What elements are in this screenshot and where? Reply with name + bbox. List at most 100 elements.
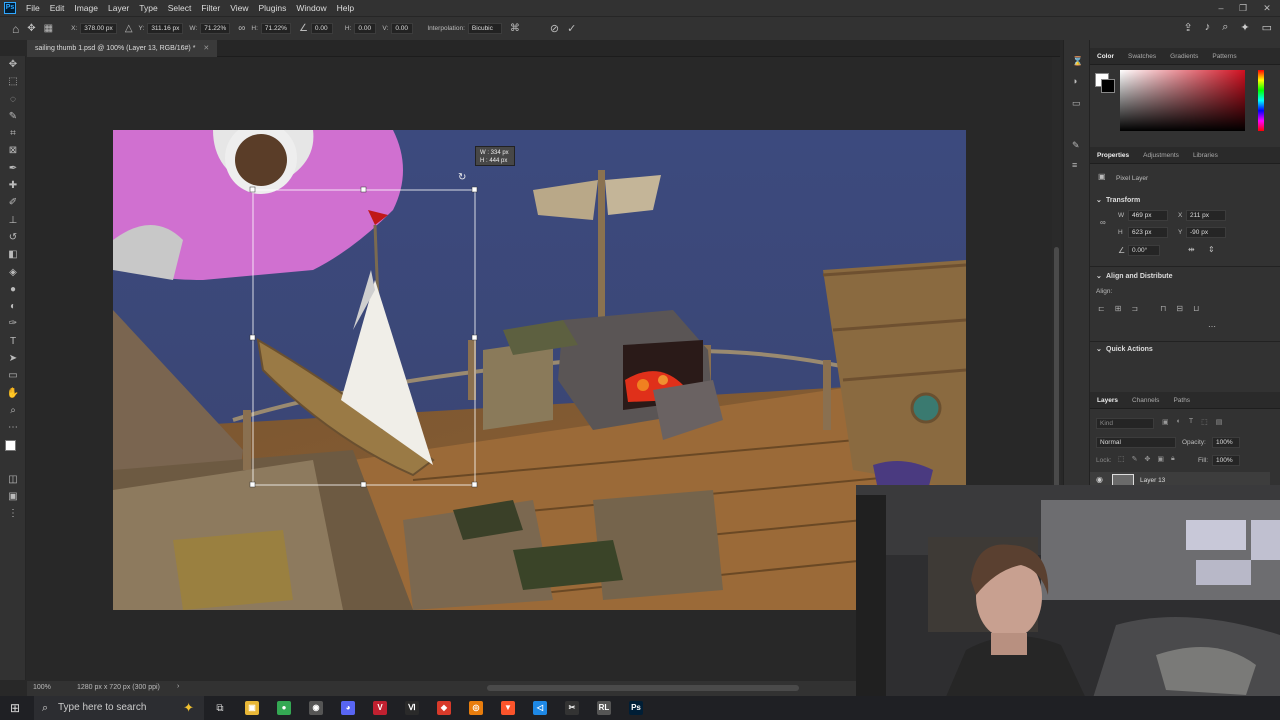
chrome-app-icon[interactable]: ● [268, 696, 300, 720]
tab-adjustments[interactable]: Adjustments [1136, 152, 1186, 159]
link-dimensions-icon[interactable]: ∞ [1100, 218, 1106, 227]
foreground-color-swatch[interactable] [5, 439, 16, 451]
quick-selection-tool-icon[interactable]: ✎ [0, 108, 26, 125]
status-arrow-icon[interactable]: › [177, 683, 179, 690]
marquee-tool-icon[interactable]: ⬚ [0, 73, 26, 90]
align-left-icon[interactable]: ⊏ [1098, 304, 1105, 313]
text-app-icon[interactable]: Ⅵ [396, 696, 428, 720]
restore-icon[interactable]: ❐ [1232, 0, 1254, 16]
chevron-down-icon[interactable]: ⌄ [1096, 345, 1102, 353]
fill-input[interactable]: 100% [1212, 455, 1240, 466]
align-top-icon[interactable]: ⊓ [1160, 304, 1166, 313]
brave-app-icon[interactable]: ▼ [492, 696, 524, 720]
home-icon[interactable]: ⌂ [12, 22, 19, 36]
pen-tool-icon[interactable]: ✑ [0, 315, 26, 332]
height-input[interactable]: 623 px [1128, 227, 1168, 238]
minimize-icon[interactable]: – [1210, 0, 1232, 16]
healing-brush-tool-icon[interactable]: ✚ [0, 177, 26, 194]
eraser-tool-icon[interactable]: ◧ [0, 246, 26, 263]
lasso-tool-icon[interactable]: ◌ [0, 91, 26, 108]
frame-tool-icon[interactable]: ⊠ [0, 142, 26, 159]
delta-icon[interactable]: △ [125, 23, 133, 34]
task-view-icon[interactable]: ⧉ [204, 703, 236, 714]
red-app-icon[interactable]: ◆ [428, 696, 460, 720]
document-canvas[interactable] [113, 130, 966, 610]
y-input[interactable]: 311.16 px [147, 23, 184, 34]
flip-vertical-icon[interactable]: ⇕ [1208, 245, 1215, 254]
link-icon[interactable]: ∞ [238, 23, 245, 34]
align-middle-v-icon[interactable]: ⊟ [1176, 304, 1183, 313]
vscode-app-icon[interactable]: ◁ [524, 696, 556, 720]
lock-artboard-icon[interactable]: ▣ [1157, 455, 1164, 463]
capcut-app-icon[interactable]: ✂ [556, 696, 588, 720]
filter-adjust-icon[interactable]: ◐ [1177, 418, 1181, 426]
tab-layers[interactable]: Layers [1090, 397, 1125, 404]
menu-layer[interactable]: Layer [103, 3, 134, 13]
menu-file[interactable]: File [21, 3, 45, 13]
menu-plugins[interactable]: Plugins [253, 3, 291, 13]
align-right-icon[interactable]: ⊐ [1131, 304, 1138, 313]
align-center-h-icon[interactable]: ⊞ [1115, 304, 1122, 313]
warp-icon[interactable]: ⌘ [510, 23, 520, 34]
tab-gradients[interactable]: Gradients [1163, 53, 1205, 60]
move-tool-icon[interactable]: ✥ [27, 23, 35, 34]
notifications-icon[interactable]: ♪ [1205, 21, 1211, 34]
photoshop-app-icon[interactable]: Ps [620, 696, 652, 720]
file-explorer-app-icon[interactable]: ▣ [236, 696, 268, 720]
brush-tool-icon[interactable]: ✐ [0, 194, 26, 211]
menu-window[interactable]: Window [291, 3, 331, 13]
workspace-icon[interactable]: ▭ [1262, 21, 1272, 34]
w-input[interactable]: 71.22% [200, 23, 231, 34]
history-icon[interactable]: ⌛ [1072, 56, 1083, 67]
chevron-down-icon[interactable]: ⌄ [1096, 272, 1102, 280]
menu-edit[interactable]: Edit [45, 3, 70, 13]
zoom-level[interactable]: 100% [33, 684, 51, 691]
layer-name[interactable]: Layer 13 [1140, 477, 1165, 484]
history-brush-tool-icon[interactable]: ↺ [0, 229, 26, 246]
lock-position-icon[interactable]: ✥ [1145, 455, 1151, 463]
rl-app-icon[interactable]: RL [588, 696, 620, 720]
chevron-down-icon[interactable]: ⌄ [1096, 196, 1102, 204]
windows-start-icon[interactable]: ⊞ [0, 701, 30, 715]
menu-select[interactable]: Select [163, 3, 197, 13]
comments-icon[interactable]: ▭ [1072, 98, 1081, 109]
tab-swatches[interactable]: Swatches [1121, 53, 1163, 60]
angle-input[interactable]: 0.00° [1128, 245, 1160, 256]
brush-settings-icon[interactable]: ✎ [1072, 140, 1080, 151]
layer-kind-filter[interactable]: Kind [1096, 418, 1154, 429]
discover-icon[interactable]: ✦ [1240, 21, 1249, 34]
lock-all-icon[interactable]: 🔒︎ [1171, 455, 1175, 463]
menu-help[interactable]: Help [332, 3, 359, 13]
adjust-icon[interactable]: ◑ [1072, 76, 1077, 86]
more-tools-icon[interactable]: ⋯ [0, 419, 26, 436]
x-input[interactable]: 211 px [1186, 210, 1226, 221]
align-bottom-icon[interactable]: ⊔ [1193, 304, 1199, 313]
hskew-input[interactable]: 0.00 [354, 23, 377, 34]
obs-app-icon[interactable]: ◉ [300, 696, 332, 720]
tab-color[interactable]: Color [1090, 53, 1121, 60]
filter-shape-icon[interactable]: ⬚ [1201, 418, 1208, 426]
opacity-input[interactable]: 100% [1212, 437, 1240, 448]
reference-point-icon[interactable]: ▦ [44, 23, 53, 34]
horizontal-scroll-thumb[interactable] [487, 685, 799, 691]
dodge-tool-icon[interactable]: ◐ [0, 298, 26, 315]
zoom-tool-icon[interactable]: ⌕ [0, 402, 26, 419]
menu-filter[interactable]: Filter [196, 3, 225, 13]
hue-slider[interactable] [1258, 70, 1264, 131]
tab-libraries[interactable]: Libraries [1186, 152, 1225, 159]
voicemeeter-app-icon[interactable]: V [364, 696, 396, 720]
tab-paths[interactable]: Paths [1166, 397, 1197, 404]
taskbar-search-box[interactable]: ⌕ Type here to search ✦ [34, 696, 204, 720]
sliders-icon[interactable]: ≡ [1072, 160, 1077, 170]
close-tab-icon[interactable]: ✕ [203, 45, 209, 52]
lock-transparent-icon[interactable]: ⬚ [1118, 455, 1125, 463]
lock-image-icon[interactable]: ✎ [1132, 455, 1138, 463]
type-tool-icon[interactable]: T [0, 333, 26, 350]
crop-tool-icon[interactable]: ⌗ [0, 125, 26, 142]
search-icon[interactable]: ⌕ [1222, 21, 1228, 34]
rectangle-tool-icon[interactable]: ▭ [0, 367, 26, 384]
menu-type[interactable]: Type [134, 3, 162, 13]
paint-bucket-tool-icon[interactable]: ◈ [0, 264, 26, 281]
more-options-icon[interactable]: ⋯ [1208, 322, 1216, 331]
copilot-icon[interactable]: ✦ [183, 696, 194, 720]
